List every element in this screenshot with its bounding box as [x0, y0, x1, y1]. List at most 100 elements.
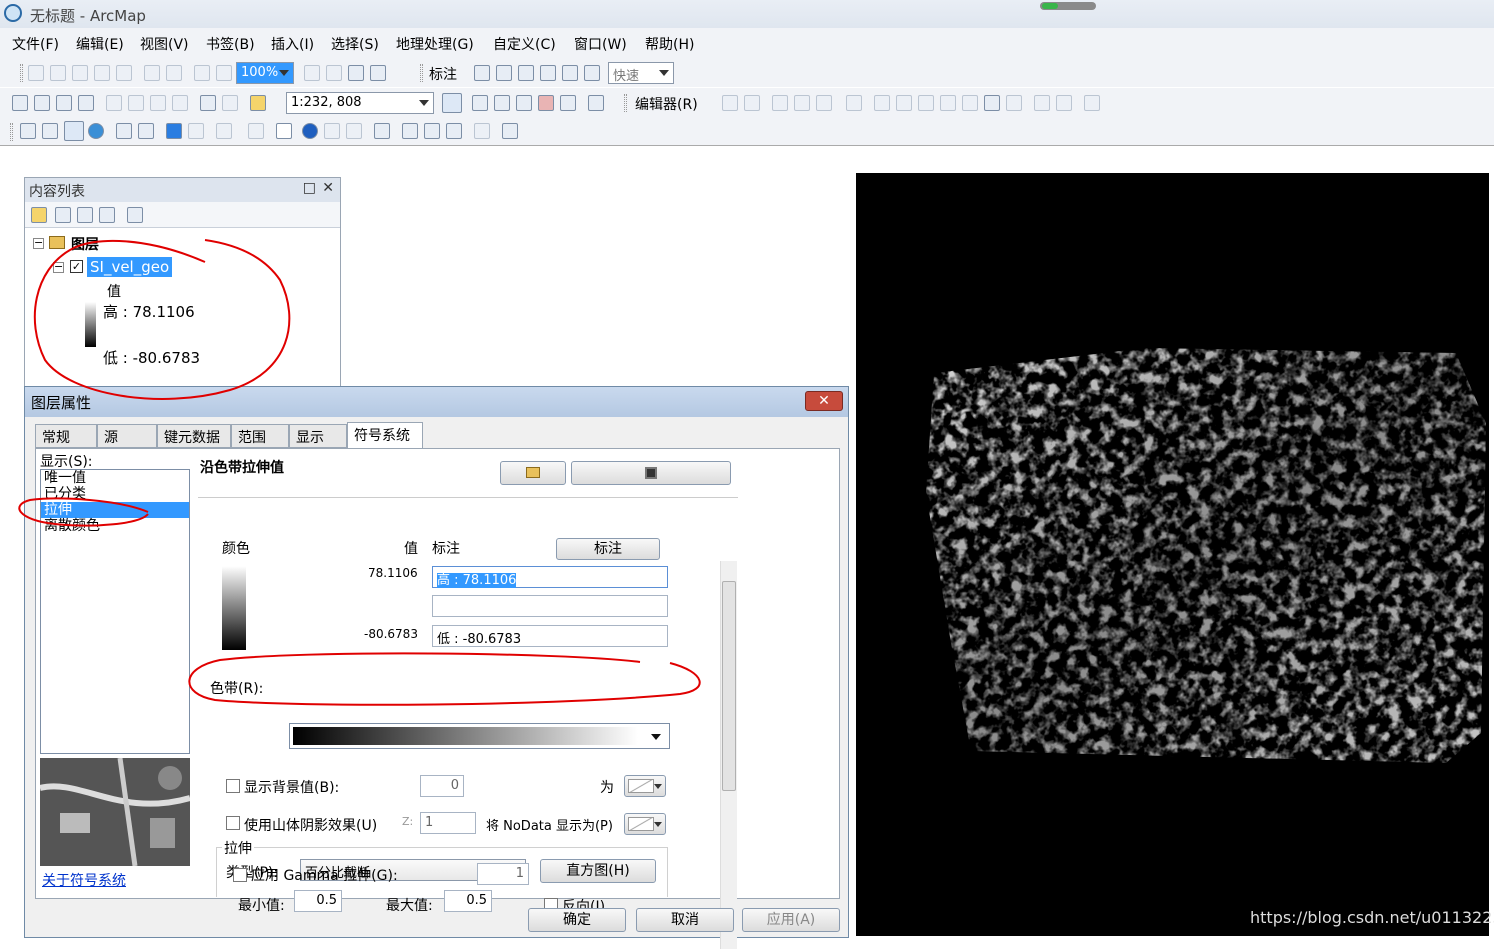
delete-icon[interactable] — [172, 95, 188, 111]
menu-bookmarks[interactable]: 书签(B) — [206, 34, 255, 54]
collapse-icon[interactable]: − — [33, 237, 44, 249]
html-popup-icon[interactable] — [346, 123, 362, 139]
gamma-value-input[interactable]: 1 — [477, 863, 529, 885]
lock-labels-icon[interactable] — [540, 65, 556, 81]
editor-menu[interactable]: 编辑器(R) — [635, 94, 698, 114]
toggle-draft-icon[interactable] — [304, 65, 320, 81]
labeling-speed-combo[interactable]: 快速 — [608, 62, 674, 84]
paste-icon[interactable] — [150, 95, 166, 111]
zoom-out-fixed-icon[interactable] — [50, 65, 66, 81]
full-extent-globe-icon[interactable] — [88, 123, 104, 139]
tab-display[interactable]: 显示 — [289, 424, 347, 448]
attributes-icon[interactable] — [1006, 95, 1022, 111]
go-to-xy-icon[interactable] — [446, 123, 462, 139]
create-features-icon[interactable] — [1056, 95, 1072, 111]
edit-tool-icon[interactable] — [722, 95, 738, 111]
panel-scrollbar[interactable] — [720, 561, 737, 949]
menu-insert[interactable]: 插入(I) — [271, 34, 314, 54]
fixed-zoom-in-icon[interactable] — [144, 65, 160, 81]
nodata-color-picker[interactable] — [624, 813, 666, 835]
editor-toolbar-icon[interactable] — [442, 93, 462, 113]
cut-polygons-icon[interactable] — [918, 95, 934, 111]
rotate-icon[interactable] — [962, 95, 978, 111]
toc-window-icon[interactable] — [472, 95, 488, 111]
arctoolbox-icon[interactable] — [538, 95, 554, 111]
forward-arrow-icon[interactable] — [188, 123, 204, 139]
focus-data-frame-icon[interactable] — [326, 65, 342, 81]
clear-selection-icon[interactable] — [248, 123, 264, 139]
split-icon[interactable] — [940, 95, 956, 111]
select-features-icon[interactable] — [216, 123, 232, 139]
redo-icon[interactable] — [222, 95, 238, 111]
z-factor-input[interactable]: 1 — [420, 812, 476, 834]
cut-icon[interactable] — [106, 95, 122, 111]
apply-button[interactable]: 应用(A) — [742, 908, 840, 932]
tab-general[interactable]: 常规 — [35, 424, 97, 448]
zoom-out-icon[interactable] — [42, 123, 58, 139]
menu-windows[interactable]: 窗口(W) — [574, 34, 627, 54]
view-unplaced-labels-icon[interactable] — [584, 65, 600, 81]
straight-segment-icon[interactable] — [772, 95, 788, 111]
copy-icon[interactable] — [128, 95, 144, 111]
tab-key-metadata[interactable]: 键元数据 — [157, 424, 231, 448]
zoom-100-icon[interactable] — [116, 65, 132, 81]
min-value-input[interactable]: 0.5 — [294, 890, 342, 912]
back-arrow-icon[interactable] — [166, 123, 182, 139]
high-label-input[interactable]: 高 : 78.1106 — [432, 566, 668, 588]
data-driven-pages-icon[interactable] — [370, 65, 386, 81]
toc-options-icon[interactable] — [127, 207, 143, 223]
label-priority-icon[interactable] — [496, 65, 512, 81]
zoom-in-fixed-icon[interactable] — [28, 65, 44, 81]
scrollbar-thumb[interactable] — [722, 581, 736, 791]
change-layout-icon[interactable] — [348, 65, 364, 81]
find-binoculars-icon[interactable] — [402, 123, 418, 139]
color-ramp-select[interactable] — [289, 723, 670, 749]
about-symbology-link[interactable]: 关于符号系统 — [42, 870, 126, 890]
toolbar-grip[interactable] — [420, 64, 423, 82]
end-point-arc-icon[interactable] — [794, 95, 810, 111]
sketch-pen-icon[interactable] — [984, 95, 1000, 111]
add-data-icon[interactable] — [250, 95, 266, 111]
toolbar-grip[interactable] — [624, 94, 627, 112]
identify-icon[interactable] — [302, 123, 318, 139]
hyperlink-icon[interactable] — [324, 123, 340, 139]
label-weight-icon[interactable] — [518, 65, 534, 81]
trace-icon[interactable] — [816, 95, 832, 111]
forward-extent-icon[interactable] — [216, 65, 232, 81]
menu-view[interactable]: 视图(V) — [140, 34, 189, 54]
find-route-icon[interactable] — [424, 123, 440, 139]
close-button[interactable]: ✕ — [805, 391, 843, 411]
list-by-visibility-icon[interactable] — [77, 207, 93, 223]
background-value-input[interactable]: 0 — [420, 775, 464, 797]
pan-page-icon[interactable] — [72, 65, 88, 81]
edit-vertices-icon[interactable] — [874, 95, 890, 111]
renderer-stretched[interactable]: 拉伸 — [41, 502, 189, 518]
zoom-whole-page-icon[interactable] — [94, 65, 110, 81]
edit-annotation-icon[interactable] — [744, 95, 760, 111]
modelbuilder-icon[interactable] — [588, 95, 604, 111]
sketch-properties-icon[interactable] — [1034, 95, 1050, 111]
collapse-icon[interactable]: − — [53, 261, 64, 273]
new-document-icon[interactable] — [12, 95, 28, 111]
tab-source[interactable]: 源 — [97, 424, 157, 448]
measure-icon[interactable] — [374, 123, 390, 139]
tab-extent[interactable]: 范围 — [231, 424, 289, 448]
toolbar-grip[interactable] — [10, 123, 13, 141]
fixed-zoom-out-icon[interactable] — [166, 65, 182, 81]
layer-name[interactable]: SI_vel_geo — [87, 257, 173, 277]
import-button[interactable] — [500, 461, 566, 485]
pause-labeling-icon[interactable] — [562, 65, 578, 81]
low-label-input[interactable]: 低 : -80.6783 — [432, 625, 668, 647]
renderer-discrete-color[interactable]: 离散颜色 — [41, 518, 189, 534]
menu-file[interactable]: 文件(F) — [12, 34, 59, 54]
list-by-selection-icon[interactable] — [99, 207, 115, 223]
save-layer-button[interactable] — [571, 461, 731, 485]
label-manager-icon[interactable] — [474, 65, 490, 81]
fixed-zoom-in-arrows-icon[interactable] — [116, 123, 132, 139]
hillshade-checkbox[interactable] — [226, 816, 240, 830]
editor-options-icon[interactable] — [1084, 95, 1100, 111]
undo-icon[interactable] — [200, 95, 216, 111]
catalog-window-icon[interactable] — [494, 95, 510, 111]
zoom-in-icon[interactable] — [20, 123, 36, 139]
menu-help[interactable]: 帮助(H) — [645, 34, 694, 54]
